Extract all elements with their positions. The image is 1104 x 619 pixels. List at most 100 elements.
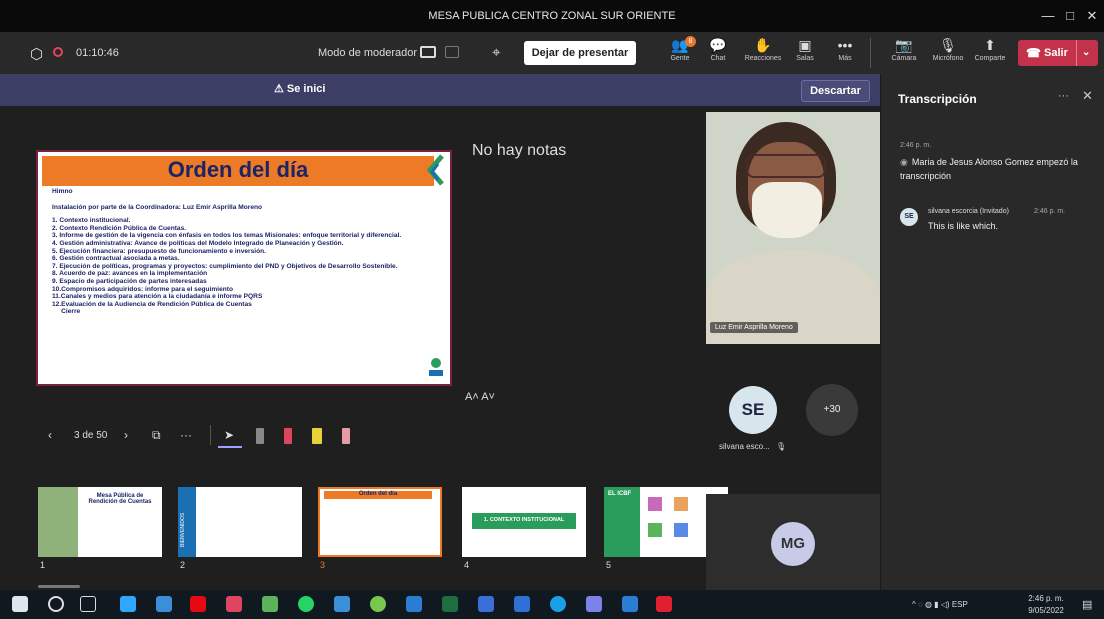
transcript-panel [880, 74, 1104, 590]
clock-time[interactable]: 2:46 p. m. [1026, 594, 1066, 603]
toolbar-divider [870, 38, 871, 68]
slide-install: Instalación por parte de la Coordinadora… [52, 203, 263, 211]
slide-grid-icon[interactable]: ⧉ [152, 428, 161, 443]
meeting-timer: 01:10:46 [76, 47, 119, 59]
photoshop-icon[interactable] [120, 596, 136, 612]
netflix-icon[interactable] [190, 596, 206, 612]
next-slide-icon[interactable]: › [124, 428, 128, 442]
notifications-icon[interactable]: ▤ [1082, 598, 1092, 611]
active-tool-indicator [218, 446, 242, 448]
standout-view-icon[interactable] [445, 46, 459, 58]
previous-slide-icon[interactable]: ‹ [48, 428, 52, 442]
red-pen-icon[interactable] [284, 428, 292, 444]
leave-button[interactable]: ☎ Salir ⌄ [1018, 40, 1098, 66]
pointer-off-icon[interactable]: ⌖ [492, 44, 500, 61]
chevron-down-icon[interactable]: ⌄ [1082, 40, 1090, 66]
slide-page-counter: 3 de 50 [74, 430, 108, 441]
app-icon[interactable] [226, 596, 242, 612]
agenda-item: 7. Ejecución de políticas, programas y p… [52, 262, 398, 270]
eraser-icon[interactable] [342, 428, 350, 444]
edge-icon[interactable] [550, 596, 566, 612]
thumbnail-scrollbar[interactable] [38, 585, 80, 588]
mic-muted-icon: 🎙 [775, 442, 787, 451]
font-size-controls[interactable]: A˄ A˅ [465, 391, 495, 403]
agenda-item: 10.Compromisos adquiridos: informe para … [52, 285, 233, 293]
close-icon[interactable]: ✕ [1082, 88, 1093, 104]
agenda-item: Cierre [52, 308, 81, 316]
slide-intro: Himno [52, 188, 73, 195]
whatsapp-icon[interactable] [298, 596, 314, 612]
avatar[interactable]: SE [729, 386, 777, 434]
mail-icon[interactable] [334, 596, 350, 612]
thumbnail-icon-b [674, 497, 688, 511]
app-icon[interactable] [514, 596, 530, 612]
window-title: MESA PUBLICA CENTRO ZONAL SUR ORIENTE [428, 10, 676, 22]
reactions-button[interactable]: ✋ Reacciones [740, 36, 786, 70]
panel-title: Transcripción [898, 92, 977, 106]
leave-divider [1076, 40, 1077, 66]
word-icon[interactable] [622, 596, 638, 612]
app-icon[interactable] [406, 596, 422, 612]
system-tray[interactable]: ^ ◌ ◍ ▮ ◁) ESP [912, 600, 968, 609]
reactions-icon: ✋ [754, 37, 772, 53]
search-icon[interactable] [48, 596, 64, 612]
more-options-icon[interactable]: ··· [1058, 90, 1069, 102]
thumbnail-icon-c [648, 523, 662, 537]
record-dot-icon: ◉ [900, 157, 908, 167]
mic-button[interactable]: 🎙 Micrófono [924, 36, 972, 70]
camera-button[interactable]: 📷 Cámara [884, 36, 924, 70]
more-options-icon[interactable]: ··· [180, 428, 192, 442]
moderator-mode-label[interactable]: Modo de moderador [318, 47, 417, 59]
close-icon[interactable]: ✕ [1078, 0, 1104, 32]
dismiss-button[interactable]: Descartar [801, 80, 870, 102]
avatar[interactable]: MG [771, 522, 815, 566]
windows-start-icon[interactable] [12, 596, 28, 612]
video-glasses [746, 154, 826, 178]
moderator-view-icon[interactable] [420, 46, 436, 58]
people-count-badge: 8 [685, 36, 696, 47]
agenda-item: 5. Ejecución financiera: presupuesto de … [52, 247, 266, 255]
more-icon: ••• [837, 37, 853, 53]
mic-off-icon: 🎙 [939, 37, 957, 53]
app-icon[interactable] [156, 596, 172, 612]
transcript-timestamp: 2:46 p. m. [900, 142, 932, 149]
slide-agenda: Himno Instalación por parte de la Coordi… [52, 188, 432, 316]
app-icon[interactable] [262, 596, 278, 612]
agenda-item: 4. Gestión administrativa: Avance de pol… [52, 239, 344, 247]
thumbnail-icon-a [648, 497, 662, 511]
laser-pointer-icon[interactable]: ➤ [224, 428, 234, 442]
task-view-icon[interactable] [80, 596, 96, 612]
app-icon[interactable] [478, 596, 494, 612]
more-participants-button[interactable]: +30 [806, 384, 858, 436]
teams-icon[interactable] [586, 596, 602, 612]
participant-video[interactable] [706, 112, 880, 344]
agenda-item: 6. Gestión contractual asociada a metas. [52, 255, 180, 263]
slide-thumbnail[interactable]: 1. CONTEXTO INSTITUCIONAL [462, 487, 586, 557]
excel-icon[interactable] [442, 596, 458, 612]
slide-thumbnail[interactable]: BIENVENIDOS [178, 487, 302, 557]
thumbnail-number: 4 [464, 560, 470, 570]
more-button[interactable]: ••• Más [825, 36, 865, 70]
participant-name-label: silvana esco... 🎙 [719, 442, 787, 451]
rooms-button[interactable]: ▣ Salas [785, 36, 825, 70]
share-button[interactable]: ⬆ Comparte [968, 36, 1012, 70]
warning-icon: ⚠ [274, 83, 287, 95]
stop-presenting-button[interactable]: Dejar de presentar [524, 41, 636, 65]
icbf-logo-icon [426, 154, 444, 186]
agenda-item: 2. Contexto Rendición Pública de Cuentas… [52, 224, 187, 232]
chat-button[interactable]: 💬 Chat [698, 36, 738, 70]
no-notes-text: No hay notas [472, 142, 567, 159]
clock-date[interactable]: 9/05/2022 [1026, 606, 1066, 615]
thumbnail-icon-d [674, 523, 688, 537]
slide-thumbnail-selected[interactable]: Orden del día [318, 487, 442, 557]
youtube-icon[interactable] [656, 596, 672, 612]
recording-icon [53, 47, 63, 57]
thumbnail-number: 1 [40, 560, 46, 570]
app-icon[interactable] [370, 596, 386, 612]
slide-thumbnail[interactable]: Mesa Pública de Rendición de Cuentas [38, 487, 162, 557]
pen-icon[interactable] [256, 428, 264, 444]
tray-icons: ^ ◌ ◍ ▮ ◁) [912, 600, 952, 609]
highlighter-icon[interactable] [312, 428, 322, 444]
shield-icon: ⬡ [30, 46, 44, 63]
thumbnail-sidebar [604, 487, 640, 557]
